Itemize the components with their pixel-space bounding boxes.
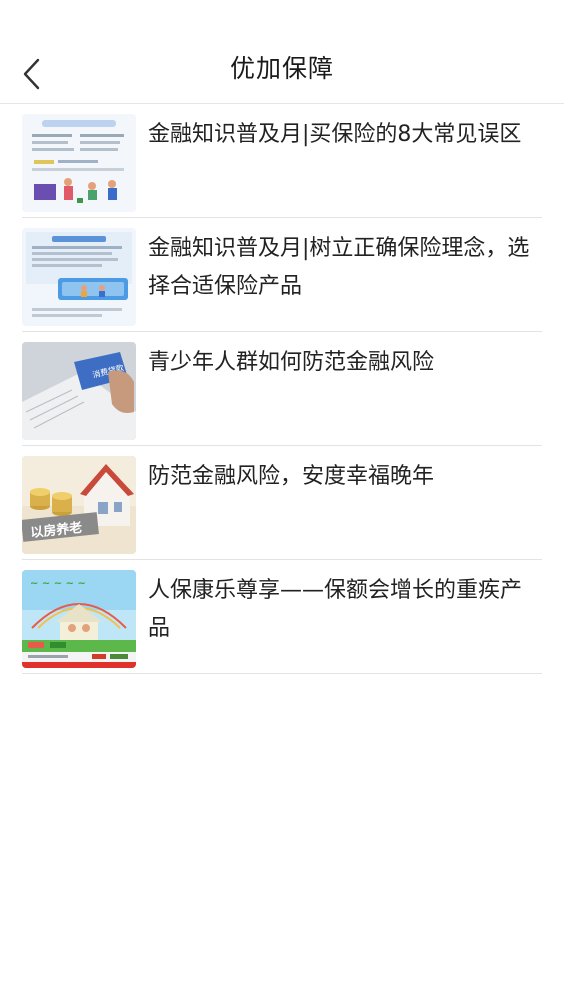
article-thumbnail: 消费贷款 <box>22 342 136 440</box>
article-thumbnail: ~ ~ ~ ~ ~ <box>22 570 136 668</box>
list-item[interactable]: ~ ~ ~ ~ ~ 人保康乐尊享——保额会增长的重疾产品 <box>22 560 542 674</box>
article-thumbnail <box>22 114 136 212</box>
article-thumbnail: 以房养老 <box>22 456 136 554</box>
app-screen: 优加保障 金融知识普及月|买保险的8大常见误区 金融知识普及月|树立正确保险理念… <box>0 0 564 1004</box>
list-item[interactable]: 金融知识普及月|树立正确保险理念，选择合适保险产品 <box>22 218 542 332</box>
top-nav-bar: 优加保障 <box>0 0 564 104</box>
article-title: 防范金融风险，安度幸福晚年 <box>148 464 435 489</box>
article-title: 人保康乐尊享——保额会增长的重疾产品 <box>148 578 523 641</box>
article-list: 金融知识普及月|买保险的8大常见误区 金融知识普及月|树立正确保险理念，选择合适… <box>22 104 542 674</box>
svg-text:~ ~ ~ ~ ~: ~ ~ ~ ~ ~ <box>30 578 86 589</box>
article-thumbnail <box>22 228 136 326</box>
article-title: 金融知识普及月|买保险的8大常见误区 <box>148 122 522 147</box>
list-item[interactable]: 以房养老 防范金融风险，安度幸福晚年 <box>22 446 542 560</box>
page-title: 优加保障 <box>229 54 334 83</box>
list-item[interactable]: 消费贷款 青少年人群如何防范金融风险 <box>22 332 542 446</box>
article-title: 金融知识普及月|树立正确保险理念，选择合适保险产品 <box>148 236 530 299</box>
article-title: 青少年人群如何防范金融风险 <box>148 350 435 375</box>
list-item[interactable]: 金融知识普及月|买保险的8大常见误区 <box>22 104 542 218</box>
